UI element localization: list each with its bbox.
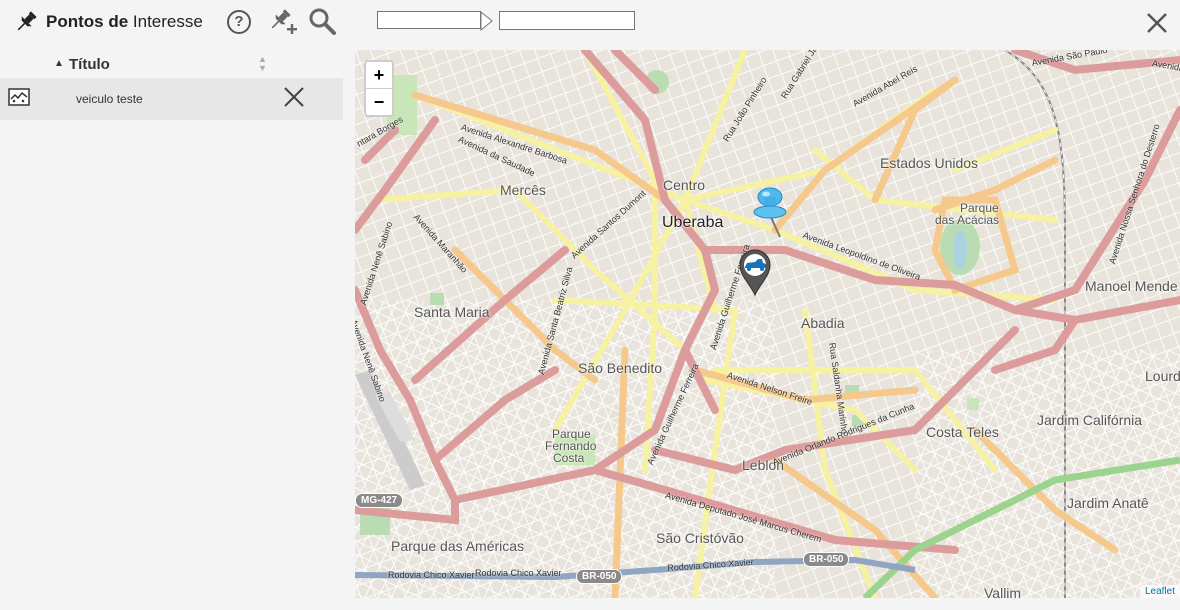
place-label-jardim-california: Jardim Califórnia bbox=[1037, 412, 1143, 428]
place-label-parque-americas: Parque das Américas bbox=[391, 538, 525, 554]
place-label-merces: Mercês bbox=[500, 182, 546, 198]
zoom-out-button[interactable]: − bbox=[366, 89, 392, 115]
close-icon[interactable] bbox=[1145, 11, 1169, 35]
map-view[interactable]: Uberaba Centro Mercês Estados Unidos Par… bbox=[355, 50, 1180, 598]
page-title: Pontos de Interesse bbox=[46, 12, 203, 31]
poi-list-panel: ▲ Título ▲ ▼ veiculo teste bbox=[0, 50, 343, 610]
place-label-uberaba: Uberaba bbox=[662, 214, 724, 231]
sort-ascending-icon: ▲ bbox=[54, 58, 64, 69]
zoom-in-button[interactable]: + bbox=[366, 62, 392, 89]
add-pushpin-icon[interactable] bbox=[267, 7, 299, 37]
place-label-manoel-mendes: Manoel Mende bbox=[1085, 278, 1178, 294]
route-shield: BR-050 bbox=[576, 569, 623, 584]
place-label-sao-benedito: São Benedito bbox=[578, 360, 663, 376]
end-date-field[interactable] bbox=[499, 11, 635, 30]
place-label-jardim-anate: Jardim Anatê bbox=[1067, 495, 1149, 511]
place-label-abadia: Abadia bbox=[801, 315, 845, 331]
help-button[interactable]: ? bbox=[227, 10, 251, 34]
vehicle-marker-icon[interactable] bbox=[738, 248, 772, 296]
list-item-label: veiculo teste bbox=[76, 92, 143, 106]
column-header-title[interactable]: ▲ Título ▲ ▼ bbox=[0, 50, 343, 80]
zoom-control: + − bbox=[364, 60, 394, 117]
place-label-costa-teles: Costa Teles bbox=[926, 424, 999, 440]
road-label: Rodovia Chico Xavier bbox=[475, 568, 562, 578]
start-date-field[interactable] bbox=[377, 11, 481, 29]
search-icon[interactable] bbox=[307, 7, 337, 37]
top-bar: Pontos de Interesse ? bbox=[0, 0, 1180, 46]
list-item[interactable]: veiculo teste bbox=[0, 78, 343, 120]
place-label-estados-unidos: Estados Unidos bbox=[880, 155, 979, 171]
route-shield: BR-050 bbox=[803, 552, 850, 567]
pushpin-marker-icon[interactable] bbox=[748, 185, 792, 239]
place-label-sao-cristovao: São Cristóvão bbox=[656, 530, 744, 546]
place-label-centro: Centro bbox=[663, 177, 706, 193]
arrow-right-icon bbox=[480, 11, 493, 31]
delete-icon[interactable] bbox=[283, 86, 305, 108]
place-label-lourdes: Lourd bbox=[1145, 368, 1180, 384]
map-attribution-link[interactable]: Leaflet bbox=[1139, 585, 1180, 598]
place-label-parque-fc-3: Costa bbox=[553, 451, 585, 465]
place-label-vallim: Vallim bbox=[984, 585, 1022, 598]
map-thumbnail-icon bbox=[8, 88, 30, 106]
pushpin-icon bbox=[17, 11, 37, 31]
sort-toggle-icon[interactable]: ▲ ▼ bbox=[258, 55, 267, 73]
column-title: Título bbox=[69, 56, 110, 73]
place-label-parque-acacias-2: das Acácias bbox=[935, 213, 1000, 227]
road-label: Rodovia Chico Xavier bbox=[388, 570, 475, 580]
place-label-santa-maria: Santa Maria bbox=[414, 304, 490, 320]
route-shield: MG-427 bbox=[355, 493, 404, 508]
